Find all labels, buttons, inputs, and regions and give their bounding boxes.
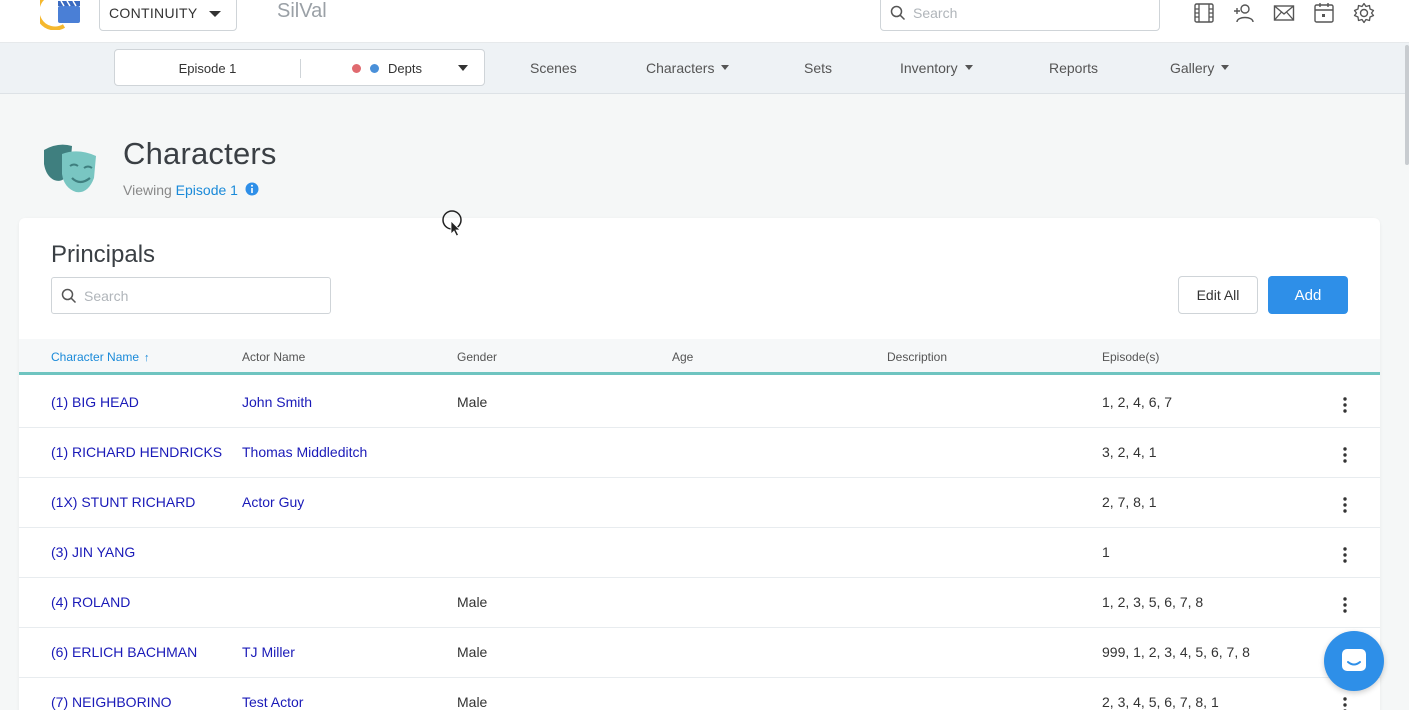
add-user-icon[interactable] [1233, 2, 1255, 24]
top-bar: CONTINUITY SilVal [0, 0, 1409, 43]
cell-episodes: 999, 1, 2, 3, 4, 5, 6, 7, 8 [1102, 644, 1250, 660]
table-row: (7) NEIGHBORINO Test Actor Male 2, 3, 4, 5,… [19, 678, 1380, 710]
row-menu-icon[interactable] [1340, 596, 1350, 614]
column-header-episodes[interactable]: Episode(s) [1102, 350, 1159, 364]
mouse-cursor-icon [442, 210, 462, 237]
viewing-episode-link[interactable]: Episode 1 [176, 182, 238, 198]
production-name: CONTINUITY [109, 4, 198, 21]
search-icon [890, 5, 906, 21]
dept-color-dot [352, 64, 361, 73]
cell-episodes: 2, 7, 8, 1 [1102, 494, 1157, 510]
episode-selector[interactable]: Episode 1 [115, 61, 300, 76]
nav-gallery[interactable]: Gallery [1170, 60, 1230, 76]
global-search-input[interactable] [913, 5, 1143, 21]
cell-gender: Male [457, 594, 488, 610]
divider [300, 59, 301, 78]
cell-episodes: 2, 3, 4, 5, 6, 7, 8, 1 [1102, 694, 1219, 710]
cell-actor-name[interactable]: Test Actor [242, 694, 303, 710]
table-row: (1) RICHARD HENDRICKS Thomas Middleditch 3… [19, 428, 1380, 478]
nav-characters[interactable]: Characters [646, 60, 730, 76]
column-header-character-name[interactable]: Character Name ↑ [51, 350, 150, 364]
cell-actor-name[interactable]: Thomas Middleditch [242, 444, 367, 460]
chevron-down-icon [1221, 64, 1230, 70]
column-header-actor-name[interactable]: Actor Name [242, 350, 305, 364]
chevron-down-icon [209, 11, 221, 17]
table-row: (1X) STUNT RICHARD Actor Guy 2, 7, 8, 1 [19, 478, 1380, 528]
table-row: (3) JIN YANG 1 [19, 528, 1380, 578]
row-menu-icon[interactable] [1340, 696, 1350, 710]
cell-character-name[interactable]: (7) NEIGHBORINO [51, 694, 172, 710]
chat-icon [1342, 649, 1366, 671]
edit-all-button[interactable]: Edit All [1178, 276, 1258, 314]
cell-gender: Male [457, 644, 488, 660]
mail-icon[interactable] [1273, 2, 1295, 24]
info-icon[interactable] [245, 182, 259, 196]
sort-up-icon: ↑ [144, 352, 150, 364]
cell-character-name[interactable]: (1) BIG HEAD [51, 394, 139, 410]
principals-card: Principals Edit All Add Character Name↑ … [19, 218, 1380, 710]
app-logo-icon[interactable] [40, 0, 84, 30]
film-icon[interactable] [1193, 2, 1215, 24]
production-select[interactable]: CONTINUITY [99, 0, 237, 31]
search-icon [61, 288, 77, 304]
column-header-gender[interactable]: Gender [457, 350, 497, 364]
section-title: Principals [51, 241, 156, 268]
nav-reports[interactable]: Reports [1049, 60, 1098, 76]
add-button[interactable]: Add [1268, 276, 1348, 314]
principals-search[interactable] [51, 277, 331, 314]
cell-gender: Male [457, 694, 488, 710]
cell-character-name[interactable]: (1) RICHARD HENDRICKS [51, 444, 222, 460]
cell-actor-name[interactable]: John Smith [242, 394, 312, 410]
cell-character-name[interactable]: (4) ROLAND [51, 594, 130, 610]
viewing-line: Viewing Episode 1 [123, 182, 259, 198]
viewing-prefix: Viewing [123, 182, 172, 198]
row-menu-icon[interactable] [1340, 496, 1350, 514]
cell-episodes: 1 [1102, 544, 1110, 560]
column-header-age[interactable]: Age [672, 350, 693, 364]
app-name: SilVal [277, 0, 327, 22]
depts-selector[interactable]: Depts [388, 61, 422, 76]
chevron-down-icon [964, 64, 973, 70]
cell-actor-name[interactable]: TJ Miller [242, 644, 295, 660]
page-scrollbar[interactable] [1405, 45, 1409, 165]
cell-episodes: 1, 2, 4, 6, 7 [1102, 394, 1173, 410]
chevron-down-icon[interactable] [458, 65, 468, 71]
chevron-down-icon [721, 64, 730, 70]
row-menu-icon[interactable] [1340, 546, 1350, 564]
row-menu-icon[interactable] [1340, 396, 1350, 414]
cell-actor-name[interactable]: Actor Guy [242, 494, 304, 510]
cell-character-name[interactable]: (3) JIN YANG [51, 544, 135, 560]
page-title: Characters [123, 136, 277, 171]
nav-inventory[interactable]: Inventory [900, 60, 973, 76]
cell-gender: Male [457, 394, 488, 410]
calendar-icon[interactable] [1313, 2, 1335, 24]
settings-icon[interactable] [1353, 2, 1375, 24]
cell-character-name[interactable]: (6) ERLICH BACHMAN [51, 644, 197, 660]
nav-sets[interactable]: Sets [804, 60, 832, 76]
global-search[interactable] [880, 0, 1160, 31]
dept-color-dot [370, 64, 379, 73]
cell-episodes: 1, 2, 3, 5, 6, 7, 8 [1102, 594, 1204, 610]
table-row: (1) BIG HEAD John Smith Male 1, 2, 4, 6, 7 [19, 378, 1380, 428]
chat-launcher[interactable] [1324, 631, 1384, 691]
table-header: Character Name ↑ Actor Name Gender Age De… [19, 339, 1380, 375]
episode-dept-select[interactable]: Episode 1 Depts [114, 49, 485, 86]
nav-bar: Episode 1 Depts Scenes Characters Sets I… [0, 43, 1409, 94]
nav-scenes[interactable]: Scenes [530, 60, 577, 76]
row-menu-icon[interactable] [1340, 446, 1350, 464]
principals-search-input[interactable] [84, 288, 314, 304]
theater-masks-icon [44, 144, 96, 193]
column-header-description[interactable]: Description [887, 350, 947, 364]
table-row: (4) ROLAND Male 1, 2, 3, 5, 6, 7, 8 [19, 578, 1380, 628]
table-row: (6) ERLICH BACHMAN TJ Miller Male 999, 1, 2… [19, 628, 1380, 678]
cell-episodes: 3, 2, 4, 1 [1102, 444, 1157, 460]
cell-character-name[interactable]: (1X) STUNT RICHARD [51, 494, 195, 510]
